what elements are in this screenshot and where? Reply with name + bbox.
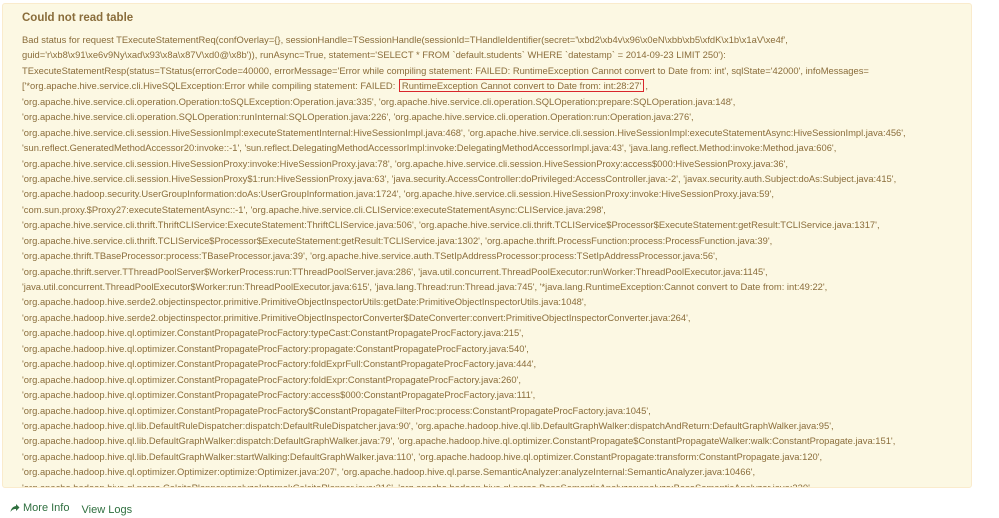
highlight-prefix: ['*org.apache.hive.service.cli.HiveSQLEx…: [22, 80, 398, 92]
error-alert: Could not read table Bad status for requ…: [2, 3, 972, 488]
error-line: 'org.apache.hive.service.cli.thrift.Thri…: [22, 219, 880, 231]
error-line: 'org.apache.hadoop.security.UserGroupInf…: [22, 188, 774, 200]
error-line: 'org.apache.hive.service.cli.session.Hiv…: [22, 157, 789, 169]
error-line: 'org.apache.hadoop.hive.ql.lib.DefaultGr…: [22, 450, 823, 462]
highlight-suffix: ,: [645, 80, 648, 92]
error-line-highlighted: ['*org.apache.hive.service.cli.HiveSQLEx…: [22, 78, 967, 93]
error-line: Bad status for request TExecuteStatement…: [22, 34, 788, 45]
error-line: 'org.apache.hive.service.cli.session.Hiv…: [22, 126, 906, 138]
error-line: 'org.apache.hive.service.cli.thrift.TCLI…: [22, 234, 773, 246]
more-info-label: More Info: [23, 502, 70, 514]
error-line: guid='r\xb8\x91\xe6v9Ny\xad\x93\x8a\x87V…: [22, 49, 726, 61]
error-line: 'org.apache.hadoop.hive.ql.lib.DefaultGr…: [22, 435, 896, 447]
error-line: 'sun.reflect.GeneratedMethodAccessor20:i…: [22, 142, 837, 154]
view-logs-label: View Logs: [81, 504, 133, 516]
error-line: 'java.util.concurrent.ThreadPoolExecutor…: [22, 281, 828, 292]
error-line: 'org.apache.hive.service.cli.operation.S…: [22, 111, 694, 123]
error-line: 'org.apache.hadoop.hive.ql.optimizer.Con…: [22, 358, 537, 370]
error-line: 'org.apache.thrift.TBaseProcessor:proces…: [22, 250, 718, 262]
error-message: Bad status for request TExecuteStatement…: [22, 32, 967, 488]
error-line: 'org.apache.hadoop.hive.ql.optimizer.Opt…: [22, 466, 756, 478]
error-line: 'org.apache.hadoop.hive.ql.optimizer.Con…: [22, 373, 522, 385]
error-line: 'org.apache.hadoop.hive.ql.lib.DefaultRu…: [22, 419, 834, 431]
error-line: 'org.apache.hive.service.cli.operation.O…: [22, 95, 736, 107]
share-arrow-icon: [10, 504, 20, 512]
error-line: 'org.apache.hadoop.hive.ql.optimizer.Con…: [22, 342, 529, 354]
error-line: 'org.apache.hadoop.hive.ql.parse.Calcite…: [22, 481, 813, 488]
error-line: 'org.apache.hadoop.hive.ql.optimizer.Con…: [22, 327, 524, 339]
alert-title: Could not read table: [22, 12, 134, 24]
error-line: 'org.apache.hive.service.cli.session.Hiv…: [22, 172, 897, 184]
error-line: 'org.apache.hadoop.hive.ql.optimizer.Con…: [22, 389, 536, 401]
error-line: 'org.apache.hadoop.hive.serde2.objectins…: [22, 311, 691, 323]
error-line: 'com.sun.proxy.$Proxy27:executeStatement…: [22, 203, 606, 215]
error-line: 'org.apache.hadoop.hive.serde2.objectins…: [22, 296, 587, 308]
more-info-link[interactable]: More Info: [10, 502, 69, 514]
view-logs-link[interactable]: View Logs: [82, 504, 133, 516]
highlighted-error-text: RuntimeException Cannot convert to Date …: [398, 79, 645, 93]
error-line: 'org.apache.hadoop.hive.ql.optimizer.Con…: [22, 404, 651, 416]
error-line: TExecuteStatementResp(status=TStatus(err…: [22, 64, 869, 76]
error-line: 'org.apache.thrift.server.TThreadPoolSer…: [22, 265, 768, 277]
footer-links: More Info View Logs: [10, 502, 132, 516]
